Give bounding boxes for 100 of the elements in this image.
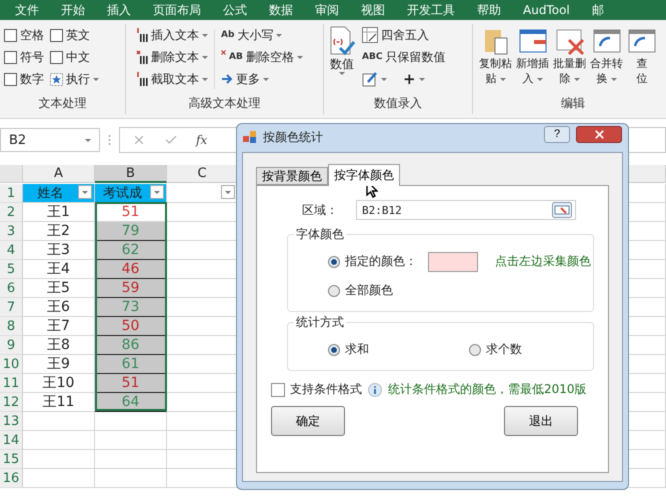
row-header[interactable]: 3	[0, 222, 23, 241]
range-field[interactable]: B2:B12	[356, 200, 576, 220]
row-header[interactable]: 14	[0, 431, 23, 450]
menu-tab[interactable]: 文件	[4, 2, 50, 18]
ribbon-button[interactable]: 查 位	[627, 26, 657, 93]
number-button[interactable]: 数值	[328, 26, 356, 93]
menu-tab[interactable]: 数据	[258, 2, 304, 18]
caret-icon	[339, 72, 345, 75]
ribbon-button[interactable]: 插入文本	[136, 26, 208, 44]
table-cell: 79	[95, 222, 167, 241]
table-cell	[23, 450, 95, 469]
group-label: 数值录入	[374, 95, 422, 112]
column-header[interactable]: B	[95, 165, 167, 183]
ribbon-checkbox[interactable]: 空格	[4, 26, 44, 44]
ribbon-button[interactable]: Ab 大小写	[221, 26, 303, 44]
ribbon-checkbox[interactable]: 符号	[4, 48, 44, 66]
menu-tab[interactable]: 页面布局	[142, 2, 212, 18]
menu-tab[interactable]: 开发工具	[396, 2, 466, 18]
color-swatch[interactable]	[428, 252, 478, 272]
help-button[interactable]: ?	[544, 126, 570, 142]
caret-icon	[263, 78, 269, 80]
ribbon-button[interactable]: 复制粘 贴	[479, 26, 512, 93]
ribbon-button[interactable]: AB 删除空格	[221, 48, 303, 66]
ribbon-checkbox[interactable]: 数字	[4, 70, 44, 88]
ribbon-button[interactable]: 四舍五入	[362, 26, 446, 44]
radio-button[interactable]	[328, 344, 340, 356]
edit-icon[interactable]	[362, 71, 378, 87]
star-icon	[50, 72, 63, 86]
table-cell	[95, 431, 167, 450]
caret-icon	[536, 78, 542, 80]
group-label: 编辑	[561, 95, 585, 112]
radio-button[interactable]	[328, 256, 340, 268]
radio-button[interactable]	[469, 344, 481, 356]
ribbon-checkbox[interactable]: 英文	[50, 26, 99, 44]
name-box[interactable]: B2	[0, 128, 100, 152]
filter-button[interactable]	[78, 185, 92, 199]
menu-tab[interactable]: 公式	[212, 2, 258, 18]
ribbon-button[interactable]: 截取文本	[136, 70, 208, 88]
caret-icon	[574, 78, 580, 80]
filter-button[interactable]	[221, 185, 235, 199]
function-button[interactable]: fx	[196, 133, 208, 147]
menu-tab[interactable]: AudTool	[512, 3, 581, 17]
checkbox-label: 支持条件格式	[290, 381, 362, 398]
row-header[interactable]: 7	[0, 298, 23, 317]
row-header[interactable]: 11	[0, 374, 23, 393]
menu-tab[interactable]: 审阅	[304, 2, 350, 18]
run-button[interactable]: 执行	[50, 70, 99, 88]
ribbon-button[interactable]: ABC 只保留数值	[362, 48, 446, 66]
column-header[interactable]: C	[167, 165, 238, 183]
percent-grid-icon	[362, 27, 378, 43]
menu-tab[interactable]: 视图	[350, 2, 396, 18]
range-label: 区域：	[302, 202, 338, 218]
ribbon-button[interactable]: 合并转 换	[590, 26, 623, 93]
row-header[interactable]: 16	[0, 469, 23, 488]
tab[interactable]: 按字体颜色	[328, 164, 400, 186]
add-button[interactable]: +	[403, 70, 416, 88]
menu-tab[interactable]: 插入	[96, 2, 142, 18]
row-header[interactable]: 9	[0, 336, 23, 355]
table-cell: 50	[95, 317, 167, 336]
row-header[interactable]: 2	[0, 203, 23, 222]
cancel-icon[interactable]	[132, 133, 146, 147]
table-cell: 王6	[23, 298, 95, 317]
menu-tab[interactable]: 帮助	[466, 2, 512, 18]
ribbon-button[interactable]: 更多	[221, 70, 303, 88]
row-header[interactable]: 1	[0, 184, 23, 203]
menu-tab[interactable]: 邮	[580, 2, 615, 18]
radio-button[interactable]	[328, 284, 340, 296]
row-header[interactable]: 5	[0, 260, 23, 279]
row-header[interactable]: 15	[0, 450, 23, 469]
checkbox[interactable]	[271, 382, 285, 396]
ribbon-button[interactable]: 删除文本	[136, 48, 208, 66]
cross-icon	[221, 50, 226, 55]
ok-button[interactable]: 确定	[271, 406, 345, 436]
group-title: 统计方式	[295, 314, 345, 331]
table-cell: 61	[95, 355, 167, 374]
row-header[interactable]: 10	[0, 355, 23, 374]
group-label: 文本处理	[38, 95, 86, 112]
cut-icon	[136, 72, 148, 86]
table-cell: 51	[95, 374, 167, 393]
table-cell	[23, 431, 95, 450]
column-header[interactable]: A	[23, 165, 95, 183]
row-header[interactable]: 4	[0, 241, 23, 260]
row-header[interactable]: 6	[0, 279, 23, 298]
ribbon-button[interactable]: 批量删 除	[553, 26, 586, 93]
group-label: 高级文本处理	[188, 95, 260, 112]
table-header-text: 姓名	[38, 185, 64, 202]
table-cell: 王4	[23, 260, 95, 279]
row-header[interactable]: 13	[0, 412, 23, 431]
ribbon-button[interactable]: 新增插 入	[516, 26, 549, 93]
exit-button[interactable]: 退出	[504, 406, 578, 436]
tab[interactable]: 按背景颜色	[256, 167, 328, 185]
row-header[interactable]: 12	[0, 393, 23, 412]
caret-icon	[202, 34, 208, 36]
table-cell: 王11	[23, 393, 95, 412]
row-header[interactable]: 8	[0, 317, 23, 336]
close-button[interactable]	[576, 126, 622, 142]
filter-button[interactable]	[150, 185, 164, 199]
range-picker-icon[interactable]	[552, 202, 572, 218]
ribbon-checkbox[interactable]: 中文	[50, 48, 99, 66]
menu-tab[interactable]: 开始	[50, 2, 96, 18]
